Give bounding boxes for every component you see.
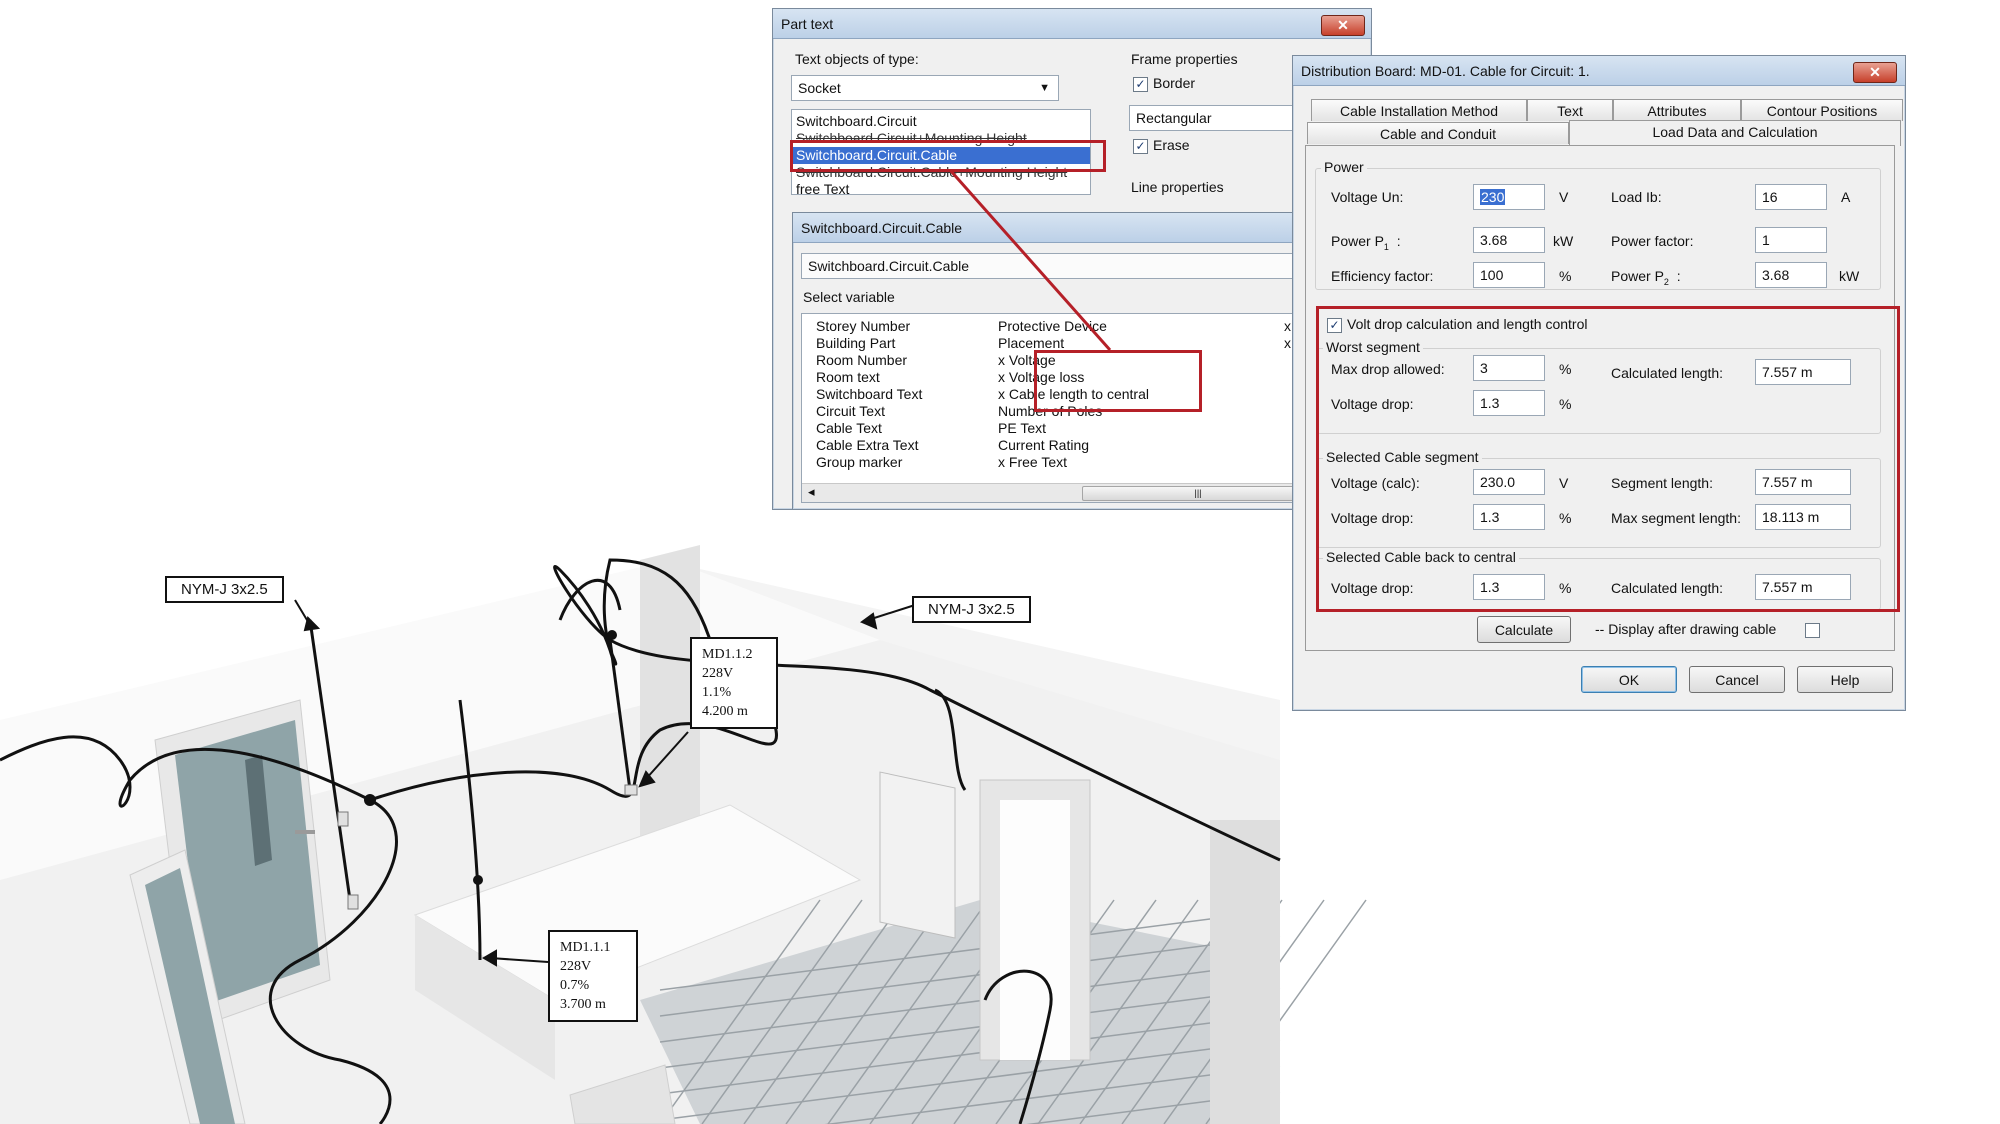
display-after-drawing-checkbox[interactable] [1805,623,1820,638]
power-p1-label: Power P1 : [1331,233,1401,252]
voltage-label: Voltage Un: [1331,189,1404,205]
cancel-button[interactable]: Cancel [1689,666,1785,693]
load-unit: A [1841,189,1851,205]
power-factor-input[interactable]: 1 [1755,227,1827,253]
efficiency-input[interactable]: 100 [1473,262,1545,288]
help-button[interactable]: Help [1797,666,1893,693]
distribution-board-titlebar: Distribution Board: MD-01. Cable for Cir… [1293,56,1905,86]
dialog-title: Distribution Board: MD-01. Cable for Cir… [1301,63,1590,79]
tab-text[interactable]: Text [1527,99,1613,121]
voltage-unit: V [1559,189,1569,205]
power-group-title: Power [1321,159,1367,175]
power-p2-input[interactable]: 3.68 [1755,262,1827,288]
power-p2-unit: kW [1839,268,1860,284]
display-after-drawing-label: -- Display after drawing cable [1595,621,1777,637]
efficiency-unit: % [1559,268,1572,284]
efficiency-label: Efficiency factor: [1331,268,1434,284]
close-icon[interactable]: ✕ [1853,62,1897,83]
voltage-input[interactable]: 230 [1473,184,1545,210]
power-p1-unit: kW [1553,233,1574,249]
calculate-button[interactable]: Calculate [1477,616,1571,643]
tab-attributes[interactable]: Attributes [1613,99,1741,121]
ok-button[interactable]: OK [1581,666,1677,693]
voltage-value: 230 [1480,189,1506,205]
power-factor-label: Power factor: [1611,233,1694,249]
tab-load-data-and-calculation[interactable]: Load Data and Calculation [1569,120,1901,146]
highlight-volt-drop-section [1316,306,1900,612]
tab-cable-installation-method[interactable]: Cable Installation Method [1311,99,1527,121]
power-p2-label: Power P2 : [1611,268,1681,287]
load-label: Load Ib: [1611,189,1662,205]
tab-cable-and-conduit[interactable]: Cable and Conduit [1307,122,1569,144]
power-p1-input[interactable]: 3.68 [1473,227,1545,253]
load-input[interactable]: 16 [1755,184,1827,210]
tab-contour-positions[interactable]: Contour Positions [1741,99,1903,121]
